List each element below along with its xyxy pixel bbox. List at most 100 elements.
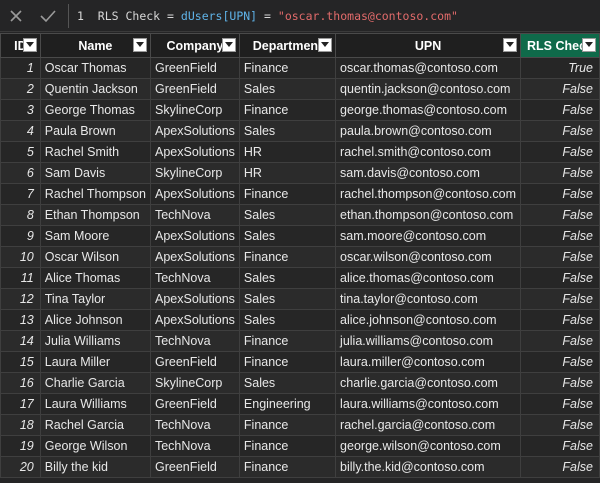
cell-name[interactable]: Rachel Thompson bbox=[39, 183, 151, 205]
cell-id[interactable]: 12 bbox=[0, 288, 41, 310]
column-header-department[interactable]: Department bbox=[238, 33, 337, 58]
cell-id[interactable]: 5 bbox=[0, 141, 41, 163]
cell-upn[interactable]: george.wilson@contoso.com bbox=[335, 435, 522, 457]
cancel-formula-button[interactable] bbox=[0, 0, 32, 31]
formula-input[interactable]: 1 RLS Check = dUsers[UPN] = "oscar.thoma… bbox=[77, 9, 458, 23]
table-row[interactable]: 20 Billy the kid GreenField Finance billy.th… bbox=[0, 456, 600, 478]
cell-id[interactable]: 16 bbox=[0, 372, 41, 394]
cell-name[interactable]: Sam Davis bbox=[39, 162, 151, 184]
cell-id[interactable]: 14 bbox=[0, 330, 41, 352]
cell-name[interactable]: Billy the kid bbox=[39, 456, 151, 478]
cell-upn[interactable]: alice.johnson@contoso.com bbox=[335, 309, 522, 331]
cell-name[interactable]: Ethan Thompson bbox=[39, 204, 151, 226]
table-row[interactable]: 12 Tina Taylor ApexSolutions Sales tina.tayl… bbox=[0, 288, 600, 310]
cell-upn[interactable]: oscar.thomas@contoso.com bbox=[335, 57, 522, 79]
cell-upn[interactable]: quentin.jackson@contoso.com bbox=[335, 78, 522, 100]
cell-rls[interactable]: False bbox=[520, 309, 600, 331]
cell-id[interactable]: 10 bbox=[0, 246, 41, 268]
cell-upn[interactable]: julia.williams@contoso.com bbox=[335, 330, 522, 352]
cell-company[interactable]: SkylineCorp bbox=[149, 372, 240, 394]
table-row[interactable]: 11 Alice Thomas TechNova Sales alice.thomas@… bbox=[0, 267, 600, 289]
cell-department[interactable]: Finance bbox=[238, 330, 337, 352]
table-row[interactable]: 15 Laura Miller GreenField Finance laura.mil… bbox=[0, 351, 600, 373]
cell-name[interactable]: Oscar Wilson bbox=[39, 246, 151, 268]
cell-company[interactable]: GreenField bbox=[149, 393, 240, 415]
table-row[interactable]: 9 Sam Moore ApexSolutions Sales sam.moore@co… bbox=[0, 225, 600, 247]
cell-department[interactable]: Sales bbox=[238, 288, 337, 310]
cell-department[interactable]: Finance bbox=[238, 99, 337, 121]
cell-upn[interactable]: george.thomas@contoso.com bbox=[335, 99, 522, 121]
cell-company[interactable]: ApexSolutions bbox=[149, 183, 240, 205]
cell-company[interactable]: TechNova bbox=[149, 204, 240, 226]
cell-id[interactable]: 3 bbox=[0, 99, 41, 121]
cell-rls[interactable]: False bbox=[520, 393, 600, 415]
cell-rls[interactable]: False bbox=[520, 435, 600, 457]
cell-name[interactable]: George Thomas bbox=[39, 99, 151, 121]
cell-upn[interactable]: rachel.garcia@contoso.com bbox=[335, 414, 522, 436]
cell-rls[interactable]: False bbox=[520, 183, 600, 205]
cell-name[interactable]: Laura Williams bbox=[39, 393, 151, 415]
cell-upn[interactable]: tina.taylor@contoso.com bbox=[335, 288, 522, 310]
cell-id[interactable]: 6 bbox=[0, 162, 41, 184]
cell-upn[interactable]: oscar.wilson@contoso.com bbox=[335, 246, 522, 268]
cell-department[interactable]: Sales bbox=[238, 204, 337, 226]
cell-id[interactable]: 8 bbox=[0, 204, 41, 226]
filter-dropdown-button[interactable] bbox=[582, 38, 596, 52]
cell-company[interactable]: GreenField bbox=[149, 78, 240, 100]
cell-rls[interactable]: False bbox=[520, 204, 600, 226]
cell-department[interactable]: Finance bbox=[238, 183, 337, 205]
cell-upn[interactable]: charlie.garcia@contoso.com bbox=[335, 372, 522, 394]
cell-rls[interactable]: False bbox=[520, 120, 600, 142]
cell-department[interactable]: Engineering bbox=[238, 393, 337, 415]
column-header-id[interactable]: ID bbox=[0, 33, 41, 58]
cell-company[interactable]: SkylineCorp bbox=[149, 99, 240, 121]
cell-rls[interactable]: False bbox=[520, 141, 600, 163]
cell-name[interactable]: Tina Taylor bbox=[39, 288, 151, 310]
filter-dropdown-button[interactable] bbox=[22, 38, 37, 52]
table-row[interactable]: 4 Paula Brown ApexSolutions Sales paula.brow… bbox=[0, 120, 600, 142]
commit-formula-button[interactable] bbox=[32, 0, 64, 31]
cell-name[interactable]: Paula Brown bbox=[39, 120, 151, 142]
filter-dropdown-button[interactable] bbox=[503, 38, 518, 52]
cell-rls[interactable]: False bbox=[520, 267, 600, 289]
cell-rls[interactable]: False bbox=[520, 351, 600, 373]
table-row[interactable]: 14 Julia Williams TechNova Finance julia.wil… bbox=[0, 330, 600, 352]
filter-dropdown-button[interactable] bbox=[132, 38, 147, 52]
cell-id[interactable]: 13 bbox=[0, 309, 41, 331]
cell-department[interactable]: HR bbox=[238, 141, 337, 163]
cell-upn[interactable]: sam.moore@contoso.com bbox=[335, 225, 522, 247]
cell-upn[interactable]: rachel.thompson@contoso.com bbox=[335, 183, 522, 205]
cell-department[interactable]: Sales bbox=[238, 267, 337, 289]
cell-company[interactable]: GreenField bbox=[149, 57, 240, 79]
cell-name[interactable]: Julia Williams bbox=[39, 330, 151, 352]
cell-upn[interactable]: rachel.smith@contoso.com bbox=[335, 141, 522, 163]
cell-id[interactable]: 2 bbox=[0, 78, 41, 100]
cell-name[interactable]: Laura Miller bbox=[39, 351, 151, 373]
cell-company[interactable]: SkylineCorp bbox=[149, 162, 240, 184]
filter-dropdown-button[interactable] bbox=[318, 38, 333, 52]
table-row[interactable]: 5 Rachel Smith ApexSolutions HR rachel.smith… bbox=[0, 141, 600, 163]
cell-rls[interactable]: False bbox=[520, 414, 600, 436]
cell-name[interactable]: Rachel Smith bbox=[39, 141, 151, 163]
cell-company[interactable]: ApexSolutions bbox=[149, 309, 240, 331]
column-header-name[interactable]: Name bbox=[39, 33, 151, 58]
table-row[interactable]: 16 Charlie Garcia SkylineCorp Sales charlie.… bbox=[0, 372, 600, 394]
cell-rls[interactable]: False bbox=[520, 246, 600, 268]
cell-upn[interactable]: laura.williams@contoso.com bbox=[335, 393, 522, 415]
cell-department[interactable]: Finance bbox=[238, 456, 337, 478]
table-row[interactable]: 19 George Wilson TechNova Finance george.wil… bbox=[0, 435, 600, 457]
column-header-company[interactable]: Company bbox=[149, 33, 240, 58]
cell-name[interactable]: Alice Johnson bbox=[39, 309, 151, 331]
cell-id[interactable]: 19 bbox=[0, 435, 41, 457]
cell-name[interactable]: George Wilson bbox=[39, 435, 151, 457]
cell-name[interactable]: Quentin Jackson bbox=[39, 78, 151, 100]
cell-id[interactable]: 7 bbox=[0, 183, 41, 205]
cell-department[interactable]: Finance bbox=[238, 57, 337, 79]
table-row[interactable]: 7 Rachel Thompson ApexSolutions Finance rach… bbox=[0, 183, 600, 205]
cell-upn[interactable]: paula.brown@contoso.com bbox=[335, 120, 522, 142]
cell-company[interactable]: ApexSolutions bbox=[149, 225, 240, 247]
cell-department[interactable]: Finance bbox=[238, 246, 337, 268]
cell-rls[interactable]: False bbox=[520, 456, 600, 478]
cell-rls[interactable]: True bbox=[520, 57, 600, 79]
cell-name[interactable]: Charlie Garcia bbox=[39, 372, 151, 394]
